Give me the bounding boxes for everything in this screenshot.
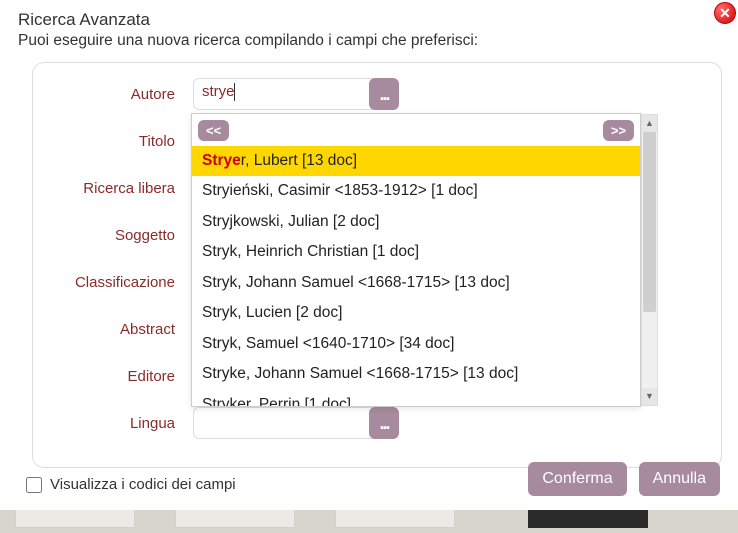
confirm-button[interactable]: Conferma xyxy=(528,462,626,496)
dropdown-item[interactable]: Stryker, Perrin [1 doc] xyxy=(192,390,640,406)
dropdown-scrollbar[interactable]: ▲ ▼ xyxy=(641,114,658,406)
show-codes-checkbox[interactable] xyxy=(26,477,42,493)
lookup-button-autore[interactable]: ... xyxy=(369,78,399,110)
dropdown-item[interactable]: Stryk, Samuel <1640-1710> [34 doc] xyxy=(192,329,640,359)
label-abstract: Abstract xyxy=(53,321,193,338)
lookup-button-lingua[interactable]: ... xyxy=(369,407,399,439)
dropdown-item[interactable]: Stryieński, Casimir <1853-1912> [1 doc] xyxy=(192,176,640,206)
scroll-up-icon[interactable]: ▲ xyxy=(642,115,657,132)
modal-title: Ricerca Avanzata xyxy=(18,10,720,30)
form-area: Autore strye ... Titolo Ricerca libera S… xyxy=(32,62,722,468)
scroll-thumb[interactable] xyxy=(643,132,656,312)
label-soggetto: Soggetto xyxy=(53,227,193,244)
label-ricerca-libera: Ricerca libera xyxy=(53,180,193,197)
dropdown-item[interactable]: Stryer, Lubert [13 doc] xyxy=(192,146,640,176)
dropdown-prev-button[interactable]: << xyxy=(198,120,229,141)
scroll-down-icon[interactable]: ▼ xyxy=(642,388,657,405)
advanced-search-modal: ✕ Ricerca Avanzata Puoi eseguire una nuo… xyxy=(0,0,738,510)
modal-subtitle: Puoi eseguire una nuova ricerca compilan… xyxy=(18,32,720,50)
close-icon[interactable]: ✕ xyxy=(714,2,736,24)
row-autore: Autore strye ... xyxy=(53,81,701,107)
autocomplete-dropdown: << >> Stryer, Lubert [13 doc]Stryieński,… xyxy=(191,113,641,407)
dropdown-list: Stryer, Lubert [13 doc]Stryieński, Casim… xyxy=(192,146,640,406)
label-editore: Editore xyxy=(53,368,193,385)
input-autore[interactable]: strye xyxy=(193,78,373,110)
dropdown-item[interactable]: Stryk, Lucien [2 doc] xyxy=(192,298,640,328)
label-titolo: Titolo xyxy=(53,133,193,150)
dropdown-item[interactable]: Stryk, Heinrich Christian [1 doc] xyxy=(192,237,640,267)
input-lingua[interactable] xyxy=(193,407,373,439)
dropdown-item[interactable]: Stryk, Johann Samuel <1668-1715> [13 doc… xyxy=(192,268,640,298)
dropdown-item[interactable]: Stryke, Johann Samuel <1668-1715> [13 do… xyxy=(192,359,640,389)
label-lingua: Lingua xyxy=(53,415,193,432)
label-classificazione: Classificazione xyxy=(53,274,193,291)
cancel-button[interactable]: Annulla xyxy=(639,462,720,496)
label-autore: Autore xyxy=(53,86,193,103)
dropdown-next-button[interactable]: >> xyxy=(603,120,634,141)
show-codes-label: Visualizza i codici dei campi xyxy=(50,476,236,493)
dropdown-item[interactable]: Stryjkowski, Julian [2 doc] xyxy=(192,207,640,237)
